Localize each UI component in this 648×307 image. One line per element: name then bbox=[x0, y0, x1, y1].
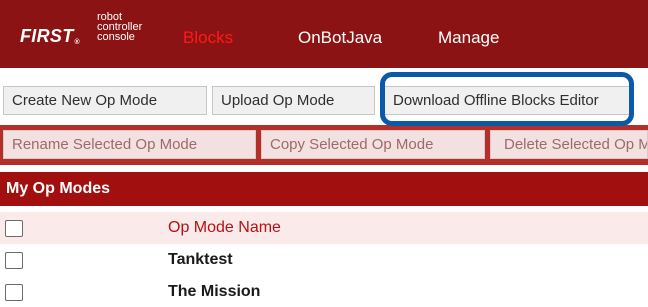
row-checkbox[interactable] bbox=[5, 252, 23, 269]
upload-op-mode-button[interactable]: Upload Op Mode bbox=[212, 86, 375, 115]
first-logo: FIRST® bbox=[20, 26, 80, 47]
nav-tab-onbotjava[interactable]: OnBotJava bbox=[298, 28, 382, 48]
column-header-op-mode-name: Op Mode Name bbox=[168, 219, 281, 236]
nav-tab-blocks[interactable]: Blocks bbox=[183, 28, 233, 48]
op-mode-name-link[interactable]: The Mission bbox=[168, 283, 260, 301]
brand-subtitle: robot controller console bbox=[97, 12, 157, 43]
nav-tab-manage[interactable]: Manage bbox=[438, 28, 499, 48]
robot-controller-console: FIRST® robot controller console Blocks O… bbox=[0, 0, 648, 307]
download-offline-blocks-editor-button[interactable]: Download Offline Blocks Editor bbox=[384, 86, 630, 115]
table-row: The Mission bbox=[0, 276, 648, 307]
top-navbar: FIRST® robot controller console Blocks O… bbox=[0, 0, 648, 68]
table-header-row: Op Mode Name bbox=[0, 212, 648, 244]
create-new-op-mode-button[interactable]: Create New Op Mode bbox=[3, 86, 207, 115]
op-mode-name-link[interactable]: Tanktest bbox=[168, 251, 233, 269]
row-checkbox[interactable] bbox=[5, 284, 23, 301]
brand-subtitle-line-3: console bbox=[97, 31, 135, 43]
delete-selected-op-mode-button[interactable]: Delete Selected Op Mode bbox=[490, 130, 648, 159]
section-title: My Op Modes bbox=[6, 180, 111, 197]
select-all-checkbox[interactable] bbox=[5, 220, 23, 237]
table-row: Tanktest bbox=[0, 244, 648, 276]
copy-selected-op-mode-button[interactable]: Copy Selected Op Mode bbox=[261, 130, 485, 159]
rename-selected-op-mode-button[interactable]: Rename Selected Op Mode bbox=[3, 130, 256, 159]
first-logo-text: FIRST bbox=[20, 26, 74, 46]
registered-mark: ® bbox=[74, 39, 80, 46]
